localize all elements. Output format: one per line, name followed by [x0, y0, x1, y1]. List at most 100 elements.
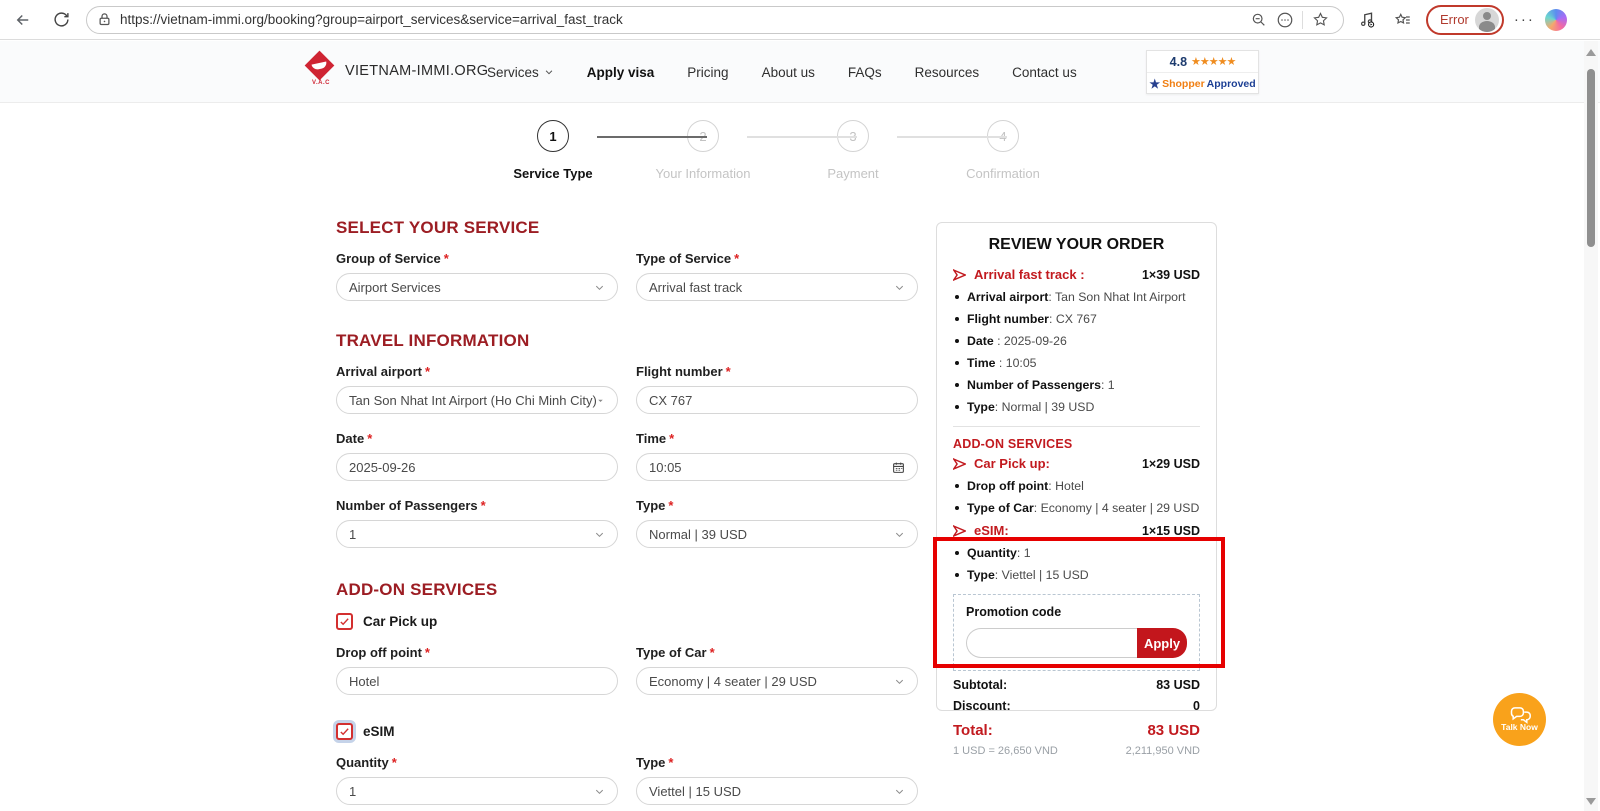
- exchange-rate: 1 USD = 26,650 VND: [953, 745, 1058, 757]
- red-arrow-icon: [953, 458, 966, 470]
- flight-number-label: Flight number*: [636, 364, 918, 379]
- main-service-details: Arrival airport: Tan Son Nhat Int Airpor…: [953, 290, 1200, 414]
- talk-now-button[interactable]: Talk Now: [1493, 693, 1546, 746]
- dropoff-field[interactable]: [349, 674, 605, 689]
- discount-label: Discount:: [953, 699, 1011, 713]
- date-input[interactable]: [336, 453, 618, 481]
- lock-icon[interactable]: [97, 12, 112, 27]
- addon-esim-details: Quantity: 1 Type: Viettel | 15 USD: [953, 546, 1200, 582]
- detail-time: Time : 10:05: [953, 356, 1200, 370]
- url-text[interactable]: https://vietnam-immi.org/booking?group=a…: [120, 12, 1246, 27]
- flight-number-field[interactable]: [649, 393, 905, 408]
- promotion-code-input[interactable]: [966, 628, 1137, 658]
- nav-contact-us[interactable]: Contact us: [1012, 65, 1077, 80]
- calendar-icon[interactable]: [892, 461, 905, 474]
- detail-esim-type: Type: Viettel | 15 USD: [953, 568, 1200, 582]
- settings-more-icon[interactable]: ···: [1514, 11, 1535, 28]
- back-button[interactable]: [8, 5, 38, 35]
- promotion-code-label: Promotion code: [966, 605, 1187, 619]
- chevron-down-icon: [544, 67, 554, 77]
- brand-name[interactable]: VIETNAM-IMMI.ORG: [345, 63, 488, 79]
- step-connector-1: [597, 136, 707, 138]
- nav-pricing[interactable]: Pricing: [687, 65, 728, 80]
- nav-resources[interactable]: Resources: [915, 65, 980, 80]
- nav-faqs[interactable]: FAQs: [848, 65, 882, 80]
- permissions-icon[interactable]: [1272, 7, 1298, 33]
- page-scrollbar[interactable]: [1584, 41, 1598, 811]
- copilot-icon[interactable]: [1545, 9, 1567, 31]
- dropdown-arrow-icon: [596, 396, 605, 405]
- shopper-approved-brand1: Shopper: [1162, 78, 1205, 90]
- passengers-label: Number of Passengers*: [336, 498, 618, 513]
- time-field[interactable]: [649, 460, 892, 475]
- nav-apply-visa[interactable]: Apply visa: [587, 65, 655, 80]
- refresh-button[interactable]: [46, 5, 76, 35]
- shopper-approved-badge[interactable]: 4.8 ★★★★★ ★ Shopper Approved: [1146, 50, 1259, 94]
- dropoff-label: Drop off point*: [336, 645, 618, 660]
- red-arrow-icon: [953, 269, 966, 281]
- shopper-approved-star-icon: ★: [1149, 77, 1160, 91]
- passengers-select[interactable]: 1: [336, 520, 618, 548]
- zoom-out-icon[interactable]: [1246, 7, 1272, 33]
- arrival-airport-select[interactable]: Tan Son Nhat Int Airport (Ho Chi Minh Ci…: [336, 386, 618, 414]
- nav-services[interactable]: Services: [487, 65, 554, 80]
- detail-date: Date : 2025-09-26: [953, 334, 1200, 348]
- subtotal-row: Subtotal: 83 USD: [953, 678, 1200, 692]
- addon-car-pickup-price: 1×29 USD: [1142, 457, 1200, 471]
- total-label: Total:: [953, 722, 993, 739]
- scrollbar-thumb[interactable]: [1587, 69, 1595, 247]
- collections-icon[interactable]: [1390, 7, 1416, 33]
- favorite-star-icon[interactable]: [1307, 7, 1333, 33]
- promotion-code-box: Promotion code Apply: [953, 594, 1200, 671]
- chevron-down-icon: [894, 282, 905, 293]
- detail-arrival-airport: Arrival airport: Tan Son Nhat Int Airpor…: [953, 290, 1200, 304]
- flight-number-input[interactable]: [636, 386, 918, 414]
- service-type-price-label: Type*: [636, 498, 918, 513]
- scroll-up-arrow[interactable]: [1586, 49, 1596, 56]
- discount-row: Discount: 0: [953, 699, 1200, 713]
- esim-label[interactable]: eSIM: [363, 724, 395, 739]
- chevron-down-icon: [594, 786, 605, 797]
- booking-stepper: 1 Service Type 2 Your Information 3 Paym…: [478, 120, 1078, 181]
- chevron-down-icon: [594, 282, 605, 293]
- nav-about-us[interactable]: About us: [762, 65, 815, 80]
- vnd-total: 2,211,950 VND: [1126, 745, 1200, 757]
- subtotal-value: 83 USD: [1156, 678, 1200, 692]
- total-value: 83 USD: [1147, 722, 1200, 739]
- time-input[interactable]: [636, 453, 918, 481]
- type-of-car-select[interactable]: Economy | 4 seater | 29 USD: [636, 667, 918, 695]
- site-logo[interactable]: V.A.C: [303, 53, 339, 89]
- rating-score: 4.8: [1170, 55, 1187, 69]
- quantity-select[interactable]: 1: [336, 777, 618, 805]
- address-bar[interactable]: https://vietnam-immi.org/booking?group=a…: [86, 6, 1344, 34]
- travel-information-heading: TRAVEL INFORMATION: [336, 331, 918, 351]
- subtotal-label: Subtotal:: [953, 678, 1007, 692]
- detail-car-type: Type of Car: Economy | 4 seater | 29 USD: [953, 501, 1200, 515]
- red-arrow-icon: [953, 525, 966, 537]
- service-type-price-select[interactable]: Normal | 39 USD: [636, 520, 918, 548]
- chevron-down-icon: [894, 529, 905, 540]
- date-field[interactable]: [349, 460, 605, 475]
- divider: [1302, 11, 1303, 29]
- apply-button[interactable]: Apply: [1137, 628, 1187, 658]
- car-pickup-label[interactable]: Car Pick up: [363, 614, 437, 629]
- total-row: Total: 83 USD: [953, 722, 1200, 739]
- time-label: Time*: [636, 431, 918, 446]
- dropoff-input[interactable]: [336, 667, 618, 695]
- main-service-price: 1×39 USD: [1142, 268, 1200, 282]
- esim-checkbox[interactable]: [336, 723, 353, 740]
- group-of-service-select[interactable]: Airport Services: [336, 273, 618, 301]
- car-pickup-checkbox[interactable]: [336, 613, 353, 630]
- step-2-label: Your Information: [656, 166, 751, 181]
- arrival-airport-label: Arrival airport*: [336, 364, 618, 379]
- media-controls-icon[interactable]: [1354, 7, 1380, 33]
- review-order-panel: REVIEW YOUR ORDER Arrival fast track : 1…: [936, 222, 1217, 711]
- detail-flight-number: Flight number: CX 767: [953, 312, 1200, 326]
- quantity-label: Quantity*: [336, 755, 618, 770]
- profile-error-badge[interactable]: Error: [1426, 5, 1504, 35]
- type-of-service-select[interactable]: Arrival fast track: [636, 273, 918, 301]
- esim-type-label: Type*: [636, 755, 918, 770]
- scroll-down-arrow[interactable]: [1586, 798, 1596, 805]
- esim-type-select[interactable]: Viettel | 15 USD: [636, 777, 918, 805]
- main-nav: Services Apply visa Pricing About us FAQ…: [487, 41, 1077, 103]
